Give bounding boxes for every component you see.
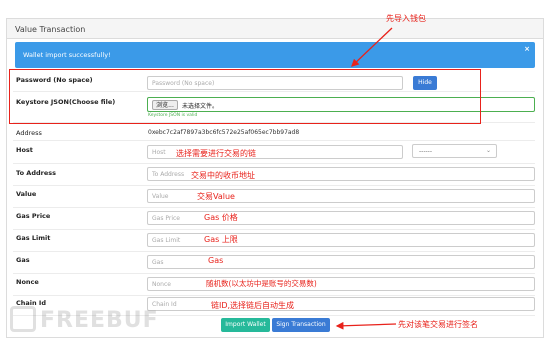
annotation-nonce: 随机数(以太坊中是账号的交易数) xyxy=(206,279,317,288)
success-alert: Wallet import successfully! × xyxy=(15,42,535,68)
panel-title: Value Transaction xyxy=(15,25,86,34)
gas-limit-label: Gas Limit xyxy=(16,234,51,242)
freebuf-watermark: FREEBUF xyxy=(10,302,158,336)
chevron-down-icon: ⌄ xyxy=(485,147,491,154)
gas-input[interactable] xyxy=(147,255,535,269)
annotation-gas: Gas xyxy=(208,256,224,265)
host-select[interactable]: ------ ⌄ xyxy=(412,144,497,158)
sign-transaction-button[interactable]: Sign Transaction xyxy=(272,318,330,332)
to-address-label: To Address xyxy=(16,169,56,177)
gas-price-label: Gas Price xyxy=(16,212,51,220)
address-value: 0xebc7c2af7897a3bc6fc572e25af065ec7bb97a… xyxy=(148,129,300,136)
nonce-label: Nonce xyxy=(16,278,39,286)
annotation-host: 选择需要进行交易的链 xyxy=(176,149,256,158)
gas-label: Gas xyxy=(16,256,30,264)
annotation-import-wallet: 先导入钱包 xyxy=(386,14,426,23)
value-label: Value xyxy=(16,190,37,198)
address-label: Address xyxy=(16,129,42,137)
annotation-box xyxy=(9,69,481,124)
host-label: Host xyxy=(16,146,33,154)
chain-id-input[interactable] xyxy=(147,297,535,311)
host-select-value: ------ xyxy=(419,148,432,155)
panel-header: Value Transaction xyxy=(7,19,543,39)
watermark-logo-icon xyxy=(10,306,36,332)
annotation-chain-id: 链ID,选择链后自动生成 xyxy=(211,301,295,310)
annotation-gas-limit: Gas 上限 xyxy=(204,235,238,244)
annotation-value: 交易Value xyxy=(197,192,235,201)
annotation-sign: 先对该笔交易进行签名 xyxy=(398,320,478,329)
annotation-to-address: 交易中的收币地址 xyxy=(191,171,255,180)
alert-message: Wallet import successfully! xyxy=(23,51,111,59)
import-wallet-button[interactable]: Import Wallet xyxy=(221,318,270,332)
close-icon[interactable]: × xyxy=(524,45,530,53)
annotation-gas-price: Gas 价格 xyxy=(204,213,238,222)
watermark-text: FREEBUF xyxy=(40,308,159,333)
